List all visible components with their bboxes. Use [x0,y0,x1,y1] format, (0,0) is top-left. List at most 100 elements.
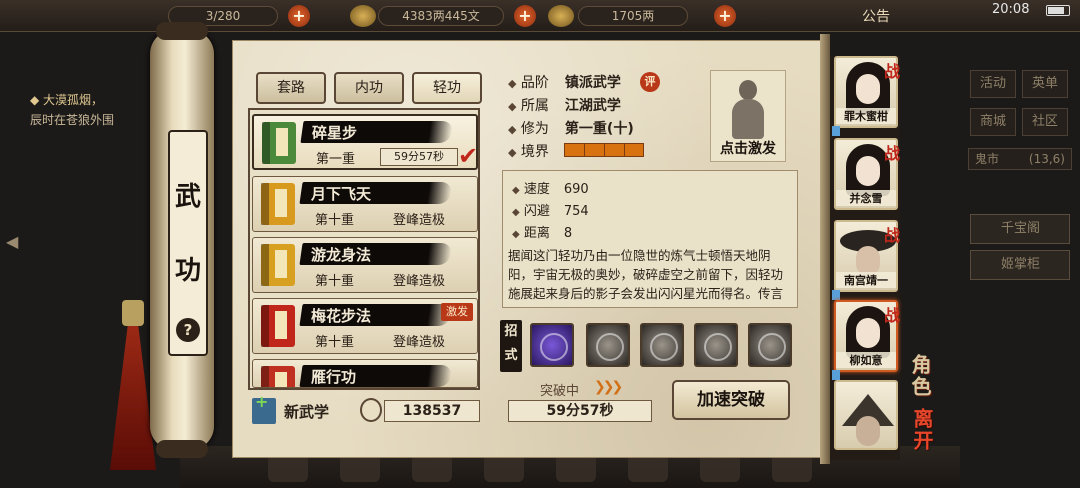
skill-card[interactable]: 梅花步法 激发 第十重 登峰造极 [252,298,478,354]
skill-level: 第一重 [316,152,356,167]
clock: 20:08 [992,2,1030,17]
skill-name: 雁行功 [311,368,357,386]
quest-line: 辰时在苍狼外围 [30,113,115,127]
skill-card[interactable]: 月下飞天 第十重 登峰造极 [252,176,478,232]
party-member-name: 柳如意 [836,352,896,368]
tassel-knot [122,300,144,326]
mall-button[interactable]: 商城 [970,108,1016,136]
member-level-badge [832,126,840,136]
scroll-rod-cap [156,22,208,40]
move-icon[interactable] [530,323,574,367]
activity-button[interactable]: 活动 [970,70,1016,98]
check-icon: ✔ [458,142,479,170]
skill-description: 据闻这门轻功乃由一位隐世的炼气士顿悟天地阴阳，宇宙无极的奥妙，破碎虚空之前留下，… [508,248,784,306]
skill-points: 138537 [384,400,480,422]
paper-edge [820,34,830,464]
tab-routines[interactable]: 套路 [256,72,326,104]
skill-name: 梅花步法 [311,307,372,325]
location-coord: (13,6) [1028,152,1065,166]
speed-up-breakthrough-button[interactable]: 加速突破 [672,380,790,420]
in-battle-mark: 战 [884,62,901,81]
party-member-name: 并念雪 [836,190,896,206]
move-icon[interactable] [640,323,684,367]
skill-card[interactable]: 碎星步 第一重 59分57秒 ✔ [252,114,478,170]
in-battle-mark: 战 [884,226,901,245]
stat-row: ◆ 速度 690 [512,178,589,197]
move-icon[interactable] [748,323,792,367]
cultivation-row: ◆ 修为 第一重(十) [508,118,634,138]
grade-value: 镇派武学 [564,75,621,91]
progress-arrows-icon: ❯❯❯ [594,379,623,395]
role-button[interactable]: 角色 [906,354,935,398]
scroll-rod-cap [156,440,208,458]
qianbao-pavilion-button[interactable]: 千宝阁 [970,214,1070,244]
capacity-counter-text: 3/280 [205,9,241,23]
leave-button[interactable]: 离开 [908,408,937,452]
meditating-figure-icon [739,80,757,100]
tab-inner-power[interactable]: 内功 [334,72,404,104]
scroll-book-icon [262,122,296,164]
skill-level: 第十重 [315,335,355,350]
meditating-figure-body [732,99,764,139]
book-icon [261,183,295,225]
realm-label: 境界 [520,144,549,160]
skill-card[interactable]: 游龙身法 第十重 登峰造极 [252,237,478,293]
member-level-badge [832,370,840,380]
stat-label: 距离 [523,226,550,241]
book-icon [261,366,295,387]
party-member-name: 罪木蜜柑 [836,108,896,124]
in-battle-mark: 战 [884,144,901,163]
stat-row: ◆ 闪避 754 [512,200,589,219]
stat-value: 690 [563,182,589,197]
realm-bar [564,143,644,157]
grade-label: 品阶 [520,75,549,91]
battery-icon [1046,5,1070,16]
help-button[interactable]: ? [176,318,200,342]
activated-badge: 激发 [441,303,473,321]
location-bar: 鬼市 (13,6) [968,148,1072,170]
party-member-name: 南宫靖一 [836,272,896,288]
cultivation-value: 第一重(十) [564,121,634,137]
skill-status: 登峰造极 [393,213,446,228]
move-icon[interactable] [586,323,630,367]
book-icon [261,244,295,286]
new-skill-label: 新武学 [284,403,330,421]
heroes-button[interactable]: 英单 [1022,70,1068,98]
add-capacity-button[interactable]: + [288,5,310,27]
add-silver-button[interactable]: + [714,5,736,27]
silver-counter-text: 1705两 [611,9,655,23]
quest-tracker[interactable]: ◆ 大漠孤烟， 辰时在苍狼外围 [30,90,170,130]
shopkeeper-button[interactable]: 姬掌柜 [970,250,1070,280]
skill-level: 第十重 [315,213,355,228]
skill-level: 第十重 [315,274,355,289]
announcement-button[interactable]: 公告 [862,6,890,26]
collapse-arrow-icon[interactable]: ◀ [6,232,22,254]
breakthrough-timer: 59分57秒 [508,400,652,422]
location-name: 鬼市 [975,152,1000,166]
stat-value: 8 [563,226,573,241]
copper-counter-text: 4383两445文 [402,9,480,23]
belong-row: ◆ 所属 江湖武学 [508,95,621,115]
cultivation-label: 修为 [520,121,549,137]
skill-card[interactable]: 雁行功 [252,359,478,388]
stat-label: 速度 [523,182,550,197]
skill-name: 月下飞天 [311,185,372,203]
member-level-badge [832,290,840,300]
moves-label: 招式 [500,320,522,372]
tab-lightness-skill[interactable]: 轻功 [412,72,482,104]
belong-label: 所属 [520,98,549,114]
realm-row: ◆ 境界 [508,141,565,161]
community-button[interactable]: 社区 [1022,108,1068,136]
skill-status: 登峰造极 [393,335,446,350]
new-skill-button[interactable]: 新武学 [252,392,352,424]
party-member[interactable] [834,380,898,450]
belong-value: 江湖武学 [564,98,621,114]
stat-label: 闪避 [523,204,550,219]
rate-button[interactable]: 评 [640,72,660,92]
move-icon[interactable] [694,323,738,367]
silver-counter: 1705两 [578,6,688,26]
add-copper-button[interactable]: + [514,5,536,27]
in-battle-mark: 战 [884,306,901,325]
skill-name: 碎星步 [312,124,358,142]
book-icon [261,305,295,347]
